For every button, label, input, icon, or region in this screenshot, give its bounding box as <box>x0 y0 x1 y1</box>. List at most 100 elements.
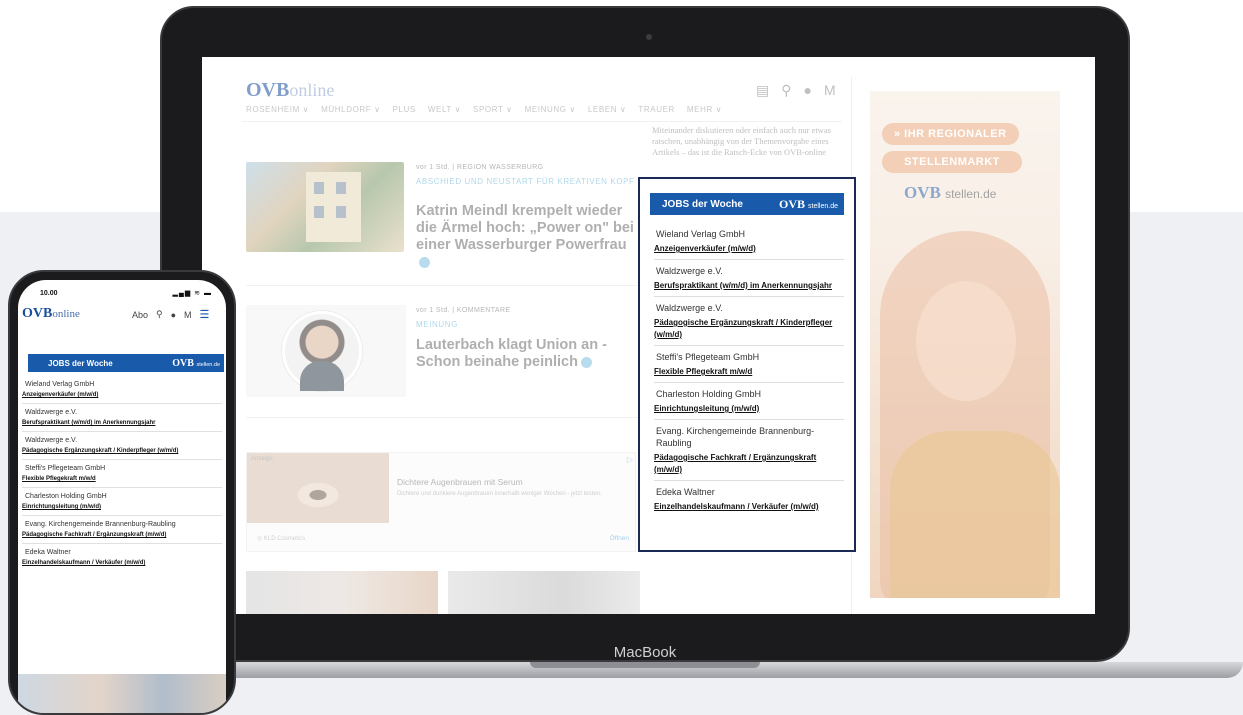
job-company: Edeka Waltner <box>656 487 715 497</box>
article-thumbnail[interactable] <box>18 674 226 713</box>
nav-trauer[interactable]: TRAUER <box>638 105 675 114</box>
site-logo[interactable]: OVBonline <box>22 306 80 322</box>
jobs-title: JOBS der Woche <box>48 358 113 368</box>
laptop-screen: OVBonline ▤ ⚲ ● M ROSENHEIM ∨ MÜHLDORF ∨… <box>202 57 1095 614</box>
nav-plus[interactable]: PLUS <box>393 105 416 114</box>
job-company: Wieland Verlag GmbH <box>25 381 95 388</box>
ovb-stellen-logo[interactable]: OVB stellen.de <box>779 197 838 212</box>
search-icon[interactable]: ⚲ <box>156 309 163 320</box>
job-position-link[interactable]: Einrichtungsleitung (m/w/d) <box>654 403 844 415</box>
laptop-brand-label: MacBook <box>613 644 677 661</box>
user-icon[interactable]: ● <box>171 310 176 320</box>
hamburger-menu-icon[interactable]: ☰ <box>200 308 210 321</box>
menu-icon[interactable]: M <box>824 82 836 99</box>
job-item: Wieland Verlag GmbH Anzeigenverkäufer (m/… <box>654 223 844 260</box>
sponsored-ad[interactable]: Anzeige ▷ Dichtere Augenbrauen mit Serum… <box>246 452 636 552</box>
article-meta: vor 1 Std. | KOMMENTARE <box>416 307 511 314</box>
ovb-stellen-logo[interactable]: OVB stellen.de <box>172 358 220 369</box>
article-headline[interactable]: Katrin Meindl krempelt wieder die Ärmel … <box>416 203 636 271</box>
job-position-link[interactable]: Anzeigenverkäufer (m/w/d) <box>22 391 222 400</box>
job-item: Edeka Waltner Einzelhandelskaufmann / Ver… <box>654 481 844 517</box>
article-kicker[interactable]: ABSCHIED UND NEUSTART FÜR KREATIVEN KOPF <box>416 177 646 187</box>
article-thumbnail[interactable] <box>448 571 640 614</box>
job-company: Waldzwerge e.V. <box>656 266 723 276</box>
job-item: Waldzwerge e.V. Pädagogische Ergänzungskr… <box>654 297 844 346</box>
job-position-link[interactable]: Berufspraktikant (w/m/d) im Anerkennungs… <box>654 280 844 292</box>
job-item: Edeka Waltner Einzelhandelskaufmann / Ver… <box>22 544 222 571</box>
job-position-link[interactable]: Berufspraktikant (w/m/d) im Anerkennungs… <box>22 419 222 428</box>
article-divider <box>246 285 641 286</box>
job-company: Steffi's Pflegeteam GmbH <box>25 465 106 472</box>
portrait-body <box>300 361 344 391</box>
job-position-link[interactable]: Anzeigenverkäufer (m/w/d) <box>654 243 844 255</box>
job-company: Waldzwerge e.V. <box>656 303 723 313</box>
ad-photo-shirt <box>890 431 1060 598</box>
job-item: Waldzwerge e.V. Berufspraktikant (w/m/d) … <box>22 404 222 432</box>
status-icons: ▂▄▆ ≋ ▬ <box>172 290 212 297</box>
job-company: Edeka Waltner <box>25 549 71 556</box>
job-item: Evang. Kirchengemeinde Brannenburg-Raubl… <box>22 516 222 544</box>
status-time: 10.00 <box>40 290 58 297</box>
job-position-link[interactable]: Einzelhandelskaufmann / Verkäufer (m/w/d… <box>654 501 844 513</box>
nav-muehldorf[interactable]: MÜHLDORF ∨ <box>321 105 380 114</box>
user-icon[interactable]: ● <box>804 82 812 99</box>
main-nav: ROSENHEIM ∨ MÜHLDORF ∨ PLUS WELT ∨ SPORT… <box>246 105 722 114</box>
stellenmarkt-ad[interactable]: » IHR REGIONALER STELLENMARKT OVB stelle… <box>870 91 1060 598</box>
job-company: Evang. Kirchengemeinde Brannenburg-Raubl… <box>25 521 176 528</box>
window-shape <box>336 182 346 194</box>
job-company: Charleston Holding GmbH <box>25 493 107 500</box>
nav-welt[interactable]: WELT ∨ <box>428 105 461 114</box>
window-shape <box>314 182 324 194</box>
search-icon[interactable]: ⚲ <box>781 82 791 99</box>
phone-header-icons: Abo ⚲ ● M ☰ <box>132 308 209 321</box>
ad-open-button[interactable]: Öffnen <box>610 535 629 542</box>
jobs-header: JOBS der Woche OVB stellen.de <box>28 354 224 372</box>
article-headline[interactable]: Lauterbach klagt Union an - Schon beinah… <box>416 337 636 371</box>
jobs-list: Wieland Verlag GmbH Anzeigenverkäufer (m/… <box>654 223 844 517</box>
job-item: Charleston Holding GmbH Einrichtungsleitu… <box>22 488 222 516</box>
job-position-link[interactable]: Pädagogische Ergänzungskraft / Kinderpfl… <box>654 317 844 341</box>
nav-rosenheim[interactable]: ROSENHEIM ∨ <box>246 105 309 114</box>
stellenmarkt-line1: » IHR REGIONALER <box>882 123 1019 145</box>
ad-choices-icon[interactable]: ▷ <box>627 455 633 464</box>
job-position-link[interactable]: Flexible Pflegekraft m/w/d <box>654 366 844 378</box>
article-kicker[interactable]: MEINUNG <box>416 320 458 330</box>
ad-source: ◎ KLD Cosmetics <box>257 536 306 542</box>
nav-leben[interactable]: LEBEN ∨ <box>588 105 627 114</box>
article-thumbnail[interactable] <box>246 305 406 397</box>
job-position-link[interactable]: Flexible Pflegekraft m/w/d <box>22 475 222 484</box>
jobs-widget: JOBS der Woche OVB stellen.de Wieland Ve… <box>18 354 226 571</box>
nav-meinung[interactable]: MEINUNG ∨ <box>525 105 576 114</box>
site-logo[interactable]: OVBonline <box>246 79 334 102</box>
article-thumbnail[interactable] <box>246 162 404 252</box>
abo-link[interactable]: Abo <box>132 310 148 320</box>
job-position-link[interactable]: Pädagogische Fachkraft / Ergänzungskraft… <box>654 452 844 476</box>
header-icons: ▤ ⚲ ● M <box>756 82 836 99</box>
m-icon[interactable]: M <box>184 310 192 320</box>
plus-circle-icon <box>419 256 430 268</box>
ratsch-ecke-intro: Miteinander diskutieren oder einfach auc… <box>652 125 831 157</box>
ad-label: Anzeige <box>251 456 273 462</box>
article-thumbnail[interactable] <box>246 571 438 614</box>
ad-title[interactable]: Dichtere Augenbrauen mit Serum <box>397 477 523 487</box>
newspaper-icon[interactable]: ▤ <box>756 82 769 99</box>
job-position-link[interactable]: Einrichtungsleitung (m/w/d) <box>22 503 222 512</box>
jobs-widget: JOBS der Woche OVB stellen.de Wieland Ve… <box>638 177 856 552</box>
stellen-logo: OVB stellen.de <box>904 183 997 202</box>
job-item: Evang. Kirchengemeinde Brannenburg-Raubl… <box>654 420 844 481</box>
plus-circle-icon <box>580 356 592 368</box>
job-item: Steffi's Pflegeteam GmbH Flexible Pflegek… <box>22 460 222 488</box>
job-position-link[interactable]: Pädagogische Ergänzungskraft / Kinderpfl… <box>22 447 222 456</box>
job-company: Waldzwerge e.V. <box>25 409 78 416</box>
jobs-list: Wieland Verlag GmbH Anzeigenverkäufer (m/… <box>18 376 222 571</box>
ad-image <box>247 453 389 523</box>
ad-text: Dichtere und dunklere Augenbrauen innerh… <box>397 491 602 497</box>
stellenmarkt-line2: STELLENMARKT <box>882 151 1022 173</box>
window-shape <box>314 206 324 218</box>
nav-mehr[interactable]: MEHR ∨ <box>687 105 722 114</box>
job-position-link[interactable]: Einzelhandelskaufmann / Verkäufer (m/w/d… <box>22 559 222 568</box>
phone-frame: 10.00 ▂▄▆ ≋ ▬ OVBonline Abo ⚲ ● M ☰ JOBS… <box>8 270 236 715</box>
nav-sport[interactable]: SPORT ∨ <box>473 105 513 114</box>
job-position-link[interactable]: Pädagogische Fachkraft / Ergänzungskraft… <box>22 531 222 540</box>
camera-dot <box>646 34 652 40</box>
